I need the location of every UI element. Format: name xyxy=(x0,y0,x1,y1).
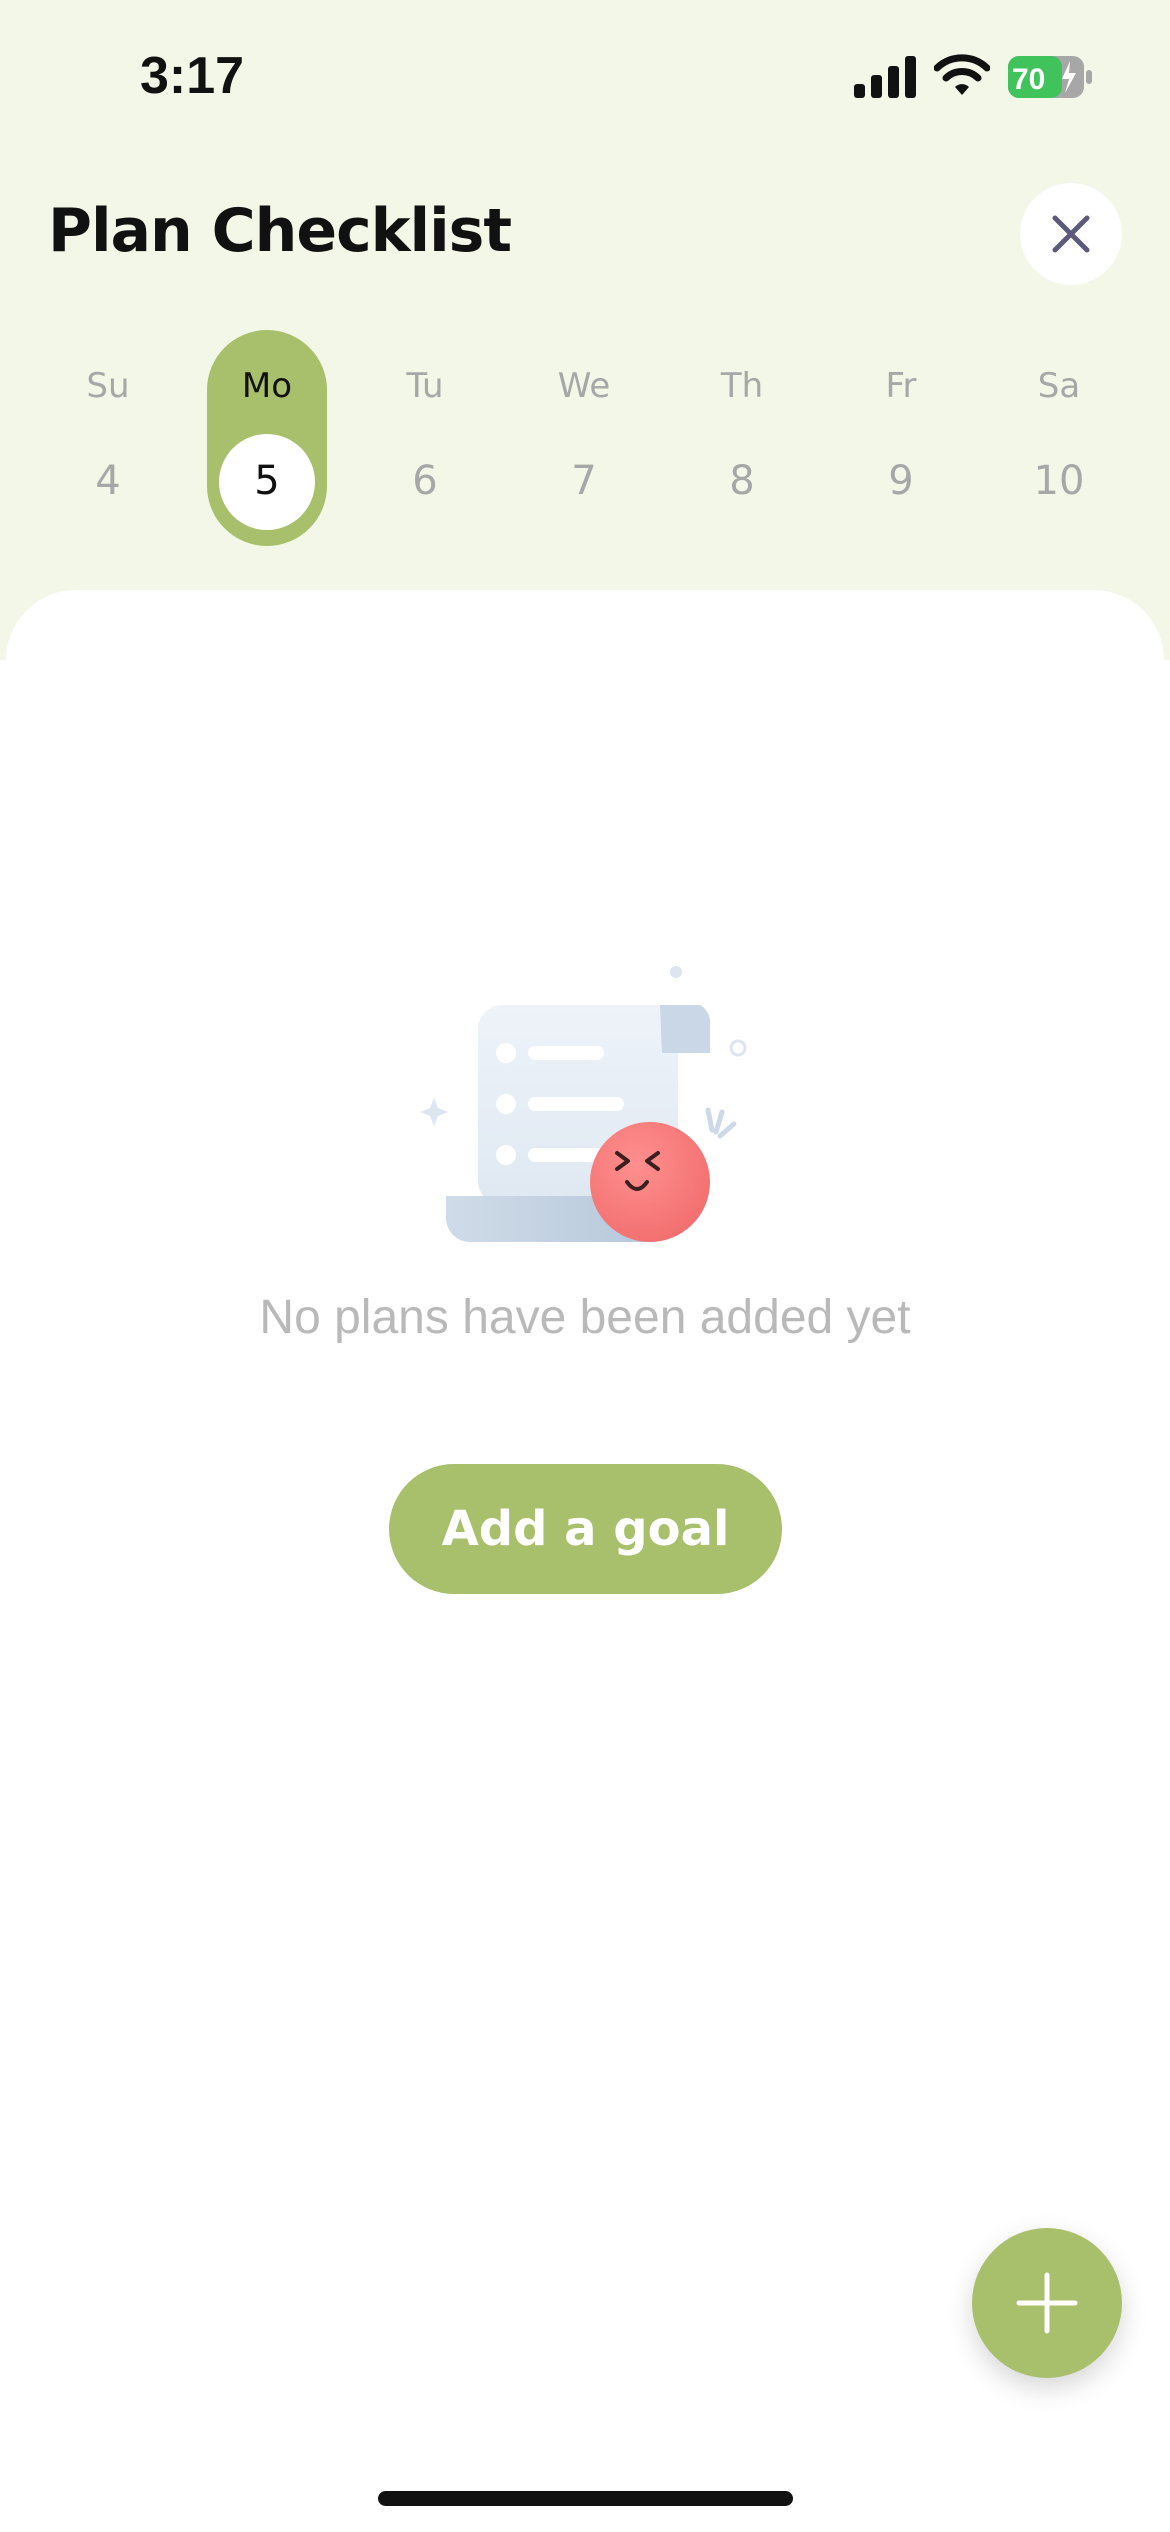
status-time: 3:17 xyxy=(140,47,245,105)
day-wednesday[interactable]: We 7 xyxy=(524,330,644,546)
week-day-picker: Su 4 Mo 5 Tu 6 We 7 Th 8 Fr 9 Sa 10 xyxy=(0,330,1170,546)
signal-icon xyxy=(854,56,916,98)
day-name: We xyxy=(557,366,611,406)
day-name: Fr xyxy=(885,366,917,406)
day-monday-selected[interactable]: Mo 5 xyxy=(207,330,327,546)
home-indicator xyxy=(378,2491,793,2506)
day-thursday[interactable]: Th 8 xyxy=(682,330,802,546)
add-plan-fab[interactable] xyxy=(972,2228,1122,2378)
plan-checklist-screen: 3:17 70 Plan Checklist Su 4 Mo 5 Tu 6 We… xyxy=(0,0,1170,2532)
day-name: Sa xyxy=(1037,366,1081,406)
day-number: 6 xyxy=(412,458,438,504)
day-number: 9 xyxy=(888,458,914,504)
empty-state-message: No plans have been added yet xyxy=(259,1291,911,1344)
status-bar: 3:17 70 xyxy=(0,0,1170,150)
day-name: Su xyxy=(86,366,130,406)
day-number: 4 xyxy=(95,458,121,504)
close-icon xyxy=(1052,215,1090,253)
day-number: 8 xyxy=(729,458,755,504)
day-name: Th xyxy=(720,366,764,406)
battery-charging-icon: 70 xyxy=(1008,56,1092,98)
wifi-icon xyxy=(934,54,990,95)
day-number: 10 xyxy=(1033,458,1085,504)
day-sunday[interactable]: Su 4 xyxy=(48,330,168,546)
page-title: Plan Checklist xyxy=(48,196,512,266)
day-number: 5 xyxy=(254,458,280,504)
day-number: 7 xyxy=(571,458,597,504)
day-tuesday[interactable]: Tu 6 xyxy=(365,330,485,546)
scroll-with-smiley-icon xyxy=(420,966,747,1242)
day-name: Tu xyxy=(406,366,444,406)
plus-icon xyxy=(1016,2272,1078,2334)
battery-level: 70 xyxy=(1012,63,1045,96)
day-name: Mo xyxy=(241,366,293,406)
close-button[interactable] xyxy=(1020,183,1122,285)
day-friday[interactable]: Fr 9 xyxy=(841,330,961,546)
day-saturday[interactable]: Sa 10 xyxy=(999,330,1119,546)
add-goal-button[interactable]: Add a goal xyxy=(389,1464,782,1594)
